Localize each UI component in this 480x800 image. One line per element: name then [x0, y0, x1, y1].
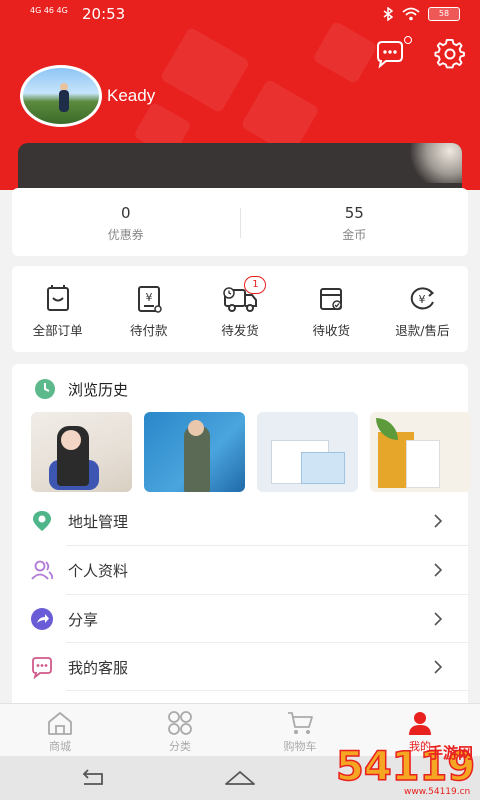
message-icon[interactable]	[374, 38, 406, 70]
profile-header: 4G 46 4G 20:53 58 Keady	[0, 0, 480, 190]
home-button-icon[interactable]	[224, 768, 256, 788]
chevron-right-icon	[434, 514, 443, 528]
tab-mall-label: 商城	[49, 740, 71, 753]
pending-payment-icon: ¥	[137, 286, 162, 313]
menu-address-label: 地址管理	[68, 512, 129, 531]
username[interactable]: Keady	[107, 86, 155, 106]
coupon-count: 0	[120, 204, 131, 222]
menu-profile-label: 个人资料	[68, 561, 129, 580]
pending-receipt-icon	[320, 288, 343, 310]
gold-coin-stat[interactable]: 55 金币	[241, 188, 469, 256]
history-thumbnail[interactable]	[370, 412, 471, 492]
watermark-title: 手游网	[428, 744, 473, 762]
order-all[interactable]: 全部订单	[12, 266, 103, 352]
menu-share[interactable]: 分享	[12, 595, 468, 643]
orders-card: 全部订单 ¥ 待付款 1 待发货 待收货 ¥ 退款/售后	[12, 266, 468, 352]
tab-category[interactable]: 分类	[120, 704, 240, 756]
order-pending-payment[interactable]: ¥ 待付款	[103, 266, 194, 352]
order-pending-shipment-label: 待发货	[221, 323, 259, 338]
member-card[interactable]	[18, 143, 462, 190]
message-dot	[404, 36, 412, 44]
order-all-label: 全部订单	[32, 323, 83, 338]
location-icon	[33, 511, 51, 531]
avatar[interactable]	[20, 65, 102, 127]
cart-icon	[288, 712, 313, 734]
chevron-right-icon	[434, 563, 443, 577]
thumbnail-product-box	[406, 440, 440, 488]
order-pending-shipment[interactable]: 1 待发货	[194, 266, 285, 352]
status-bar: 4G 46 4G 20:53 58	[0, 0, 480, 30]
signal-indicator: 4G 46 4G	[30, 6, 68, 15]
header-decoration	[312, 20, 378, 85]
watermark-url: www.54119.cn	[404, 787, 470, 797]
history-thumbnail[interactable]	[144, 412, 245, 492]
history-thumbnails	[31, 412, 471, 492]
menu-profile[interactable]: 个人资料	[12, 546, 468, 594]
order-list-icon	[46, 285, 69, 311]
history-header[interactable]: 浏览历史	[34, 378, 128, 400]
gold-coin-label: 金币	[342, 228, 367, 242]
chevron-right-icon	[434, 660, 443, 674]
menu-customer-service-label: 我的客服	[68, 658, 129, 677]
back-icon[interactable]	[80, 768, 106, 788]
order-pending-receipt-label: 待收货	[312, 323, 350, 338]
clock-icon	[35, 379, 55, 399]
history-title: 浏览历史	[68, 380, 129, 399]
status-icons: 58	[382, 7, 460, 21]
avatar-person-body	[59, 90, 69, 112]
bluetooth-icon	[383, 7, 394, 21]
order-refund-label: 退款/售后	[395, 323, 450, 338]
home-icon	[48, 712, 72, 735]
member-card-sheen	[402, 143, 462, 183]
history-thumbnail[interactable]	[257, 412, 358, 492]
site-watermark-logo: 54119 手游网 www.54119.cn	[335, 743, 476, 797]
tab-mall[interactable]: 商城	[0, 704, 120, 756]
svg-text:¥: ¥	[145, 291, 152, 304]
refund-icon: ¥	[411, 287, 435, 310]
order-refund[interactable]: ¥ 退款/售后	[377, 266, 468, 352]
order-pending-payment-label: 待付款	[130, 323, 168, 338]
menu-divider	[66, 690, 468, 691]
header-decoration	[159, 26, 251, 114]
menu-customer-service[interactable]: 我的客服	[12, 643, 468, 691]
customer-service-icon	[32, 657, 52, 679]
order-pending-receipt[interactable]: 待收货	[286, 266, 377, 352]
status-time: 20:53	[82, 5, 126, 23]
battery-indicator: 58	[428, 7, 460, 21]
coupon-label: 优惠券	[107, 228, 144, 242]
history-thumbnail[interactable]	[31, 412, 132, 492]
thumbnail-product-box	[301, 452, 345, 484]
settings-gear-icon[interactable]	[434, 38, 466, 70]
tab-category-label: 分类	[169, 740, 191, 753]
thumbnail-face	[188, 420, 204, 436]
menu-address[interactable]: 地址管理	[12, 497, 468, 545]
chevron-right-icon	[434, 612, 443, 626]
category-icon	[168, 711, 192, 735]
svg-text:¥: ¥	[419, 293, 426, 306]
share-icon	[31, 608, 53, 630]
shipment-count-badge: 1	[244, 276, 267, 294]
thumbnail-face	[61, 430, 81, 450]
wifi-icon	[402, 7, 420, 21]
gold-coin-count: 55	[344, 204, 364, 222]
menu-share-label: 分享	[68, 610, 99, 629]
user-profile-icon	[31, 560, 54, 580]
coupon-stat[interactable]: 0 优惠券	[12, 188, 240, 256]
stats-card: 0 优惠券 55 金币	[12, 188, 468, 256]
